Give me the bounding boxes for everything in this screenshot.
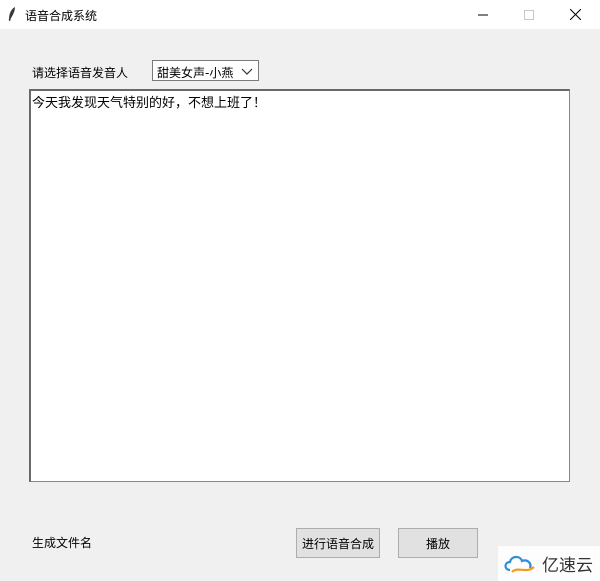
title-bar: 语音合成系统 (0, 0, 600, 29)
minimize-icon (478, 14, 488, 15)
synthesize-button[interactable]: 进行语音合成 (296, 528, 380, 558)
window-title: 语音合成系统 (25, 9, 98, 23)
voice-select-value: 甜美女声-小燕 (157, 66, 234, 80)
voice-select[interactable]: 甜美女声-小燕 (152, 60, 259, 81)
chevron-down-icon (241, 68, 253, 75)
filename-label: 生成文件名 (32, 536, 93, 550)
text-input-area[interactable]: 今天我发现天气特别的好，不想上班了！ (29, 89, 570, 482)
cloud-logo-icon (504, 555, 535, 573)
play-button[interactable]: 播放 (398, 528, 478, 558)
voice-label: 请选择语音发音人 (32, 66, 129, 80)
minimize-button[interactable] (460, 0, 506, 29)
maximize-button[interactable] (506, 0, 552, 29)
close-button[interactable] (552, 0, 598, 29)
watermark-text: 亿速云 (542, 556, 593, 576)
text-input-content: 今天我发现天气特别的好，不想上班了！ (32, 96, 267, 111)
maximize-icon (524, 9, 534, 20)
feather-icon (8, 7, 15, 22)
close-icon (569, 9, 581, 20)
watermark: 亿速云 (498, 546, 600, 581)
